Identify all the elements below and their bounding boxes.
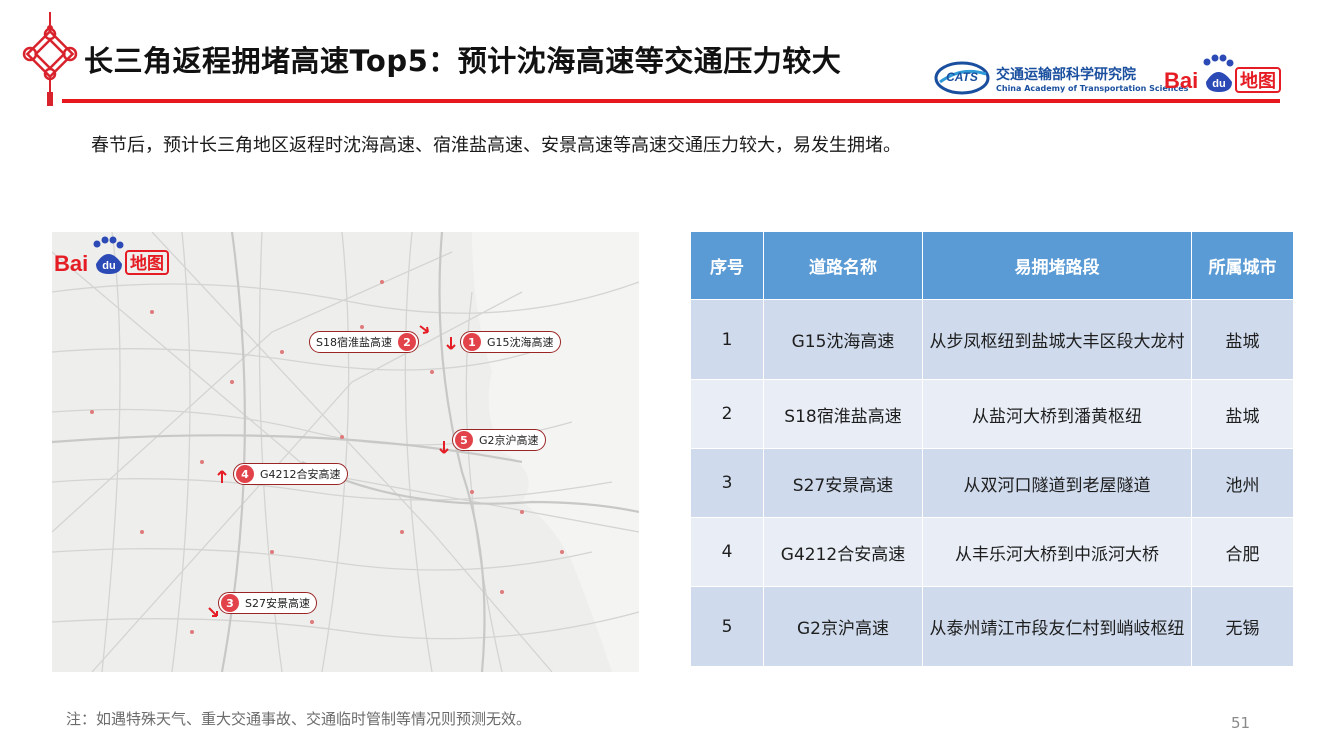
congestion-arrow-icon <box>419 325 429 334</box>
org-name-en: China Academy of Transportation Sciences <box>996 84 1189 93</box>
table-row: 3 S27安景高速 从双河口隧道到老屋隧道 池州 <box>690 448 1294 518</box>
route-map[interactable]: Bai du 地图 S18宿淮盐高速 2 1 G15沈海高速 5 G2京沪高速 … <box>52 232 639 672</box>
column-header-road: 道路名称 <box>763 231 923 300</box>
table-row: 1 G15沈海高速 从步凤枢纽到盐城大丰区段大龙村 盐城 <box>690 299 1294 380</box>
title-divider <box>62 99 1280 103</box>
svg-text:Bai: Bai <box>54 251 88 276</box>
svg-text:地图: 地图 <box>130 253 164 274</box>
cell-section: 从步凤枢纽到盐城大丰区段大龙村 <box>922 299 1192 380</box>
table-row: 4 G4212合安高速 从丰乐河大桥到中派河大桥 合肥 <box>690 517 1294 587</box>
map-marker-2[interactable]: S18宿淮盐高速 2 <box>309 331 419 353</box>
page-title: 长三角返程拥堵高速Top5：预计沈海高速等交通压力较大 <box>84 44 842 78</box>
cell-road: G2京沪高速 <box>763 586 923 667</box>
cell-city: 盐城 <box>1191 379 1294 449</box>
map-marker-label: S18宿淮盐高速 <box>316 336 392 349</box>
map-marker-number: 5 <box>455 431 473 449</box>
table-row: 5 G2京沪高速 从泰州靖江市段友仁村到峭岐枢纽 无锡 <box>690 586 1294 667</box>
page-number: 51 <box>1231 714 1251 732</box>
map-marker-label: S27安景高速 <box>245 597 310 610</box>
cell-road: S18宿淮盐高速 <box>763 379 923 449</box>
cell-no: 2 <box>690 379 764 449</box>
baidu-map-logo-icon: Bai du 地图 <box>54 236 169 276</box>
svg-text:CATS: CATS <box>946 70 978 84</box>
congestion-arrow-icon <box>439 441 449 454</box>
cell-city: 无锡 <box>1191 586 1294 667</box>
map-marker-1[interactable]: 1 G15沈海高速 <box>460 331 561 353</box>
svg-text:du: du <box>1212 78 1225 90</box>
chinese-knot-icon <box>22 12 78 106</box>
org-name-cn: 交通运输部科学研究院 <box>996 67 1136 83</box>
svg-text:du: du <box>102 260 115 272</box>
table-row: 2 S18宿淮盐高速 从盐河大桥到潘黄枢纽 盐城 <box>690 379 1294 449</box>
cell-road: S27安景高速 <box>763 448 923 518</box>
table-header-row: 序号 道路名称 易拥堵路段 所属城市 <box>690 231 1294 300</box>
map-marker-number: 2 <box>397 333 416 351</box>
congestion-arrow-icon <box>217 470 227 483</box>
map-marker-5[interactable]: 5 G2京沪高速 <box>452 429 546 451</box>
cell-road: G4212合安高速 <box>763 517 923 587</box>
map-marker-number: 3 <box>221 594 239 612</box>
map-marker-3[interactable]: 3 S27安景高速 <box>218 592 317 614</box>
map-marker-label: G2京沪高速 <box>479 434 539 447</box>
map-marker-4[interactable]: 4 G4212合安高速 <box>233 463 348 485</box>
cell-no: 5 <box>690 586 764 667</box>
congestion-arrow-icon <box>208 607 218 617</box>
cell-section: 从丰乐河大桥到中派河大桥 <box>922 517 1192 587</box>
cell-section: 从盐河大桥到潘黄枢纽 <box>922 379 1192 449</box>
cell-no: 1 <box>690 299 764 380</box>
cell-no: 4 <box>690 517 764 587</box>
column-header-no: 序号 <box>690 231 764 300</box>
map-marker-label: G4212合安高速 <box>260 468 341 481</box>
cell-section: 从双河口隧道到老屋隧道 <box>922 448 1192 518</box>
congestion-arrow-icon <box>446 337 456 350</box>
map-marker-number: 4 <box>236 465 254 483</box>
column-header-city: 所属城市 <box>1191 231 1294 300</box>
map-marker-number: 1 <box>463 333 481 351</box>
cats-logo-icon: CATS <box>934 61 990 95</box>
map-roads <box>52 232 639 672</box>
summary-text: 春节后，预计长三角地区返程时沈海高速、宿淮盐高速、安景高速等高速交通压力较大，易… <box>91 135 901 156</box>
cell-no: 3 <box>690 448 764 518</box>
cell-road: G15沈海高速 <box>763 299 923 380</box>
column-header-section: 易拥堵路段 <box>922 231 1192 300</box>
cell-city: 合肥 <box>1191 517 1294 587</box>
cell-city: 盐城 <box>1191 299 1294 380</box>
svg-text:Bai: Bai <box>1164 68 1198 93</box>
congestion-table: 序号 道路名称 易拥堵路段 所属城市 1 G15沈海高速 从步凤枢纽到盐城大丰区… <box>690 231 1294 667</box>
svg-text:地图: 地图 <box>1240 70 1276 92</box>
cell-city: 池州 <box>1191 448 1294 518</box>
cell-section: 从泰州靖江市段友仁村到峭岐枢纽 <box>922 586 1192 667</box>
disclaimer-note: 注：如遇特殊天气、重大交通事故、交通临时管制等情况则预测无效。 <box>66 710 532 728</box>
baidu-map-logo-icon: Bai du 地图 <box>1164 54 1281 93</box>
map-marker-label: G15沈海高速 <box>487 336 554 349</box>
